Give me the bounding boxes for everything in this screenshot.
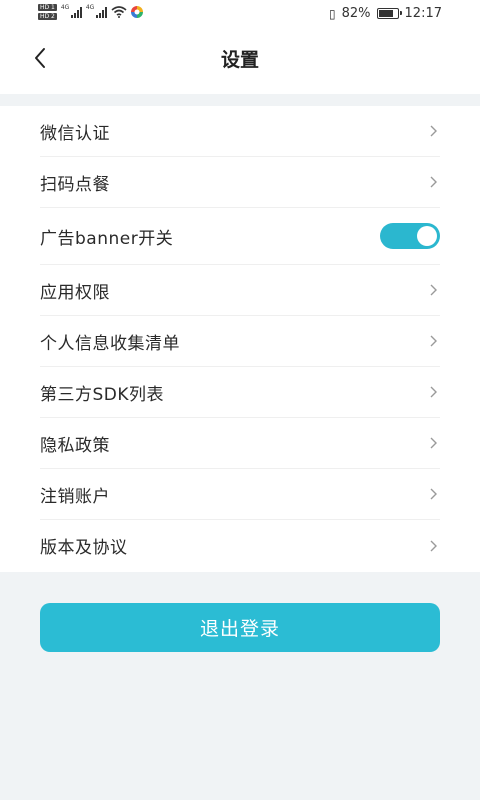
wifi-icon xyxy=(111,6,127,18)
logout-button[interactable]: 退出登录 xyxy=(40,603,440,652)
toggle-knob xyxy=(417,226,437,246)
settings-item-label: 隐私政策 xyxy=(40,435,110,456)
settings-item-personal-info-list[interactable]: 个人信息收集清单 xyxy=(40,316,440,367)
status-left: HD 1 HD 2 4G 4G xyxy=(38,4,143,20)
chevron-right-icon xyxy=(430,386,437,398)
settings-item-privacy-policy[interactable]: 隐私政策 xyxy=(40,418,440,469)
battery-fill xyxy=(378,10,393,17)
page-title: 设置 xyxy=(220,49,259,71)
settings-item-version-agreement[interactable]: 版本及协议 xyxy=(40,520,440,571)
settings-item-label: 版本及协议 xyxy=(40,538,128,558)
hd2-badge: HD 2 xyxy=(38,13,57,20)
settings-item-label: 微信认证 xyxy=(40,123,110,144)
chevron-right-icon xyxy=(430,284,437,296)
chevron-right-icon xyxy=(430,437,437,449)
chevron-right-icon xyxy=(430,488,437,500)
settings-item-scan-order[interactable]: 扫码点餐 xyxy=(40,157,440,208)
settings-item-label: 扫码点餐 xyxy=(40,174,110,195)
app-notification-icon xyxy=(130,6,143,18)
battery-icon xyxy=(376,8,402,19)
settings-item-wechat-auth[interactable]: 微信认证 xyxy=(40,106,440,157)
chevron-right-icon xyxy=(430,540,437,551)
battery-percent: 82% xyxy=(341,6,371,21)
settings-list: 微信认证 扫码点餐 广告banner开关 应用权限 个人信息收集清单 第三方SD… xyxy=(0,106,480,572)
status-right: ▯ 82% 12:17 xyxy=(329,6,442,21)
settings-item-delete-account[interactable]: 注销账户 xyxy=(40,469,440,520)
chevron-right-icon xyxy=(430,125,437,137)
signal-icon-2: 4G xyxy=(85,4,107,18)
chevron-right-icon xyxy=(430,335,437,347)
header: 设置 xyxy=(0,30,480,94)
chevron-right-icon xyxy=(430,176,437,188)
settings-item-ad-banner: 广告banner开关 xyxy=(40,208,440,265)
network-type-1: 4G xyxy=(60,4,70,11)
vibrate-icon: ▯ xyxy=(329,6,336,21)
settings-item-label: 个人信息收集清单 xyxy=(40,333,180,354)
clock: 12:17 xyxy=(404,6,442,21)
ad-banner-toggle[interactable] xyxy=(380,223,440,249)
hd-indicators: HD 1 HD 2 xyxy=(38,4,57,20)
hd1-badge: HD 1 xyxy=(38,4,57,11)
settings-item-app-permissions[interactable]: 应用权限 xyxy=(40,265,440,316)
status-bar: HD 1 HD 2 4G 4G ▯ 82% 12:17 xyxy=(0,0,480,30)
settings-item-label: 广告banner开关 xyxy=(40,228,174,249)
settings-item-label: 应用权限 xyxy=(40,282,110,303)
settings-item-label: 第三方SDK列表 xyxy=(40,384,165,405)
settings-item-label: 注销账户 xyxy=(40,486,110,507)
settings-item-third-party-sdk[interactable]: 第三方SDK列表 xyxy=(40,367,440,418)
signal-icon-1: 4G xyxy=(60,4,82,18)
network-type-2: 4G xyxy=(85,4,95,11)
